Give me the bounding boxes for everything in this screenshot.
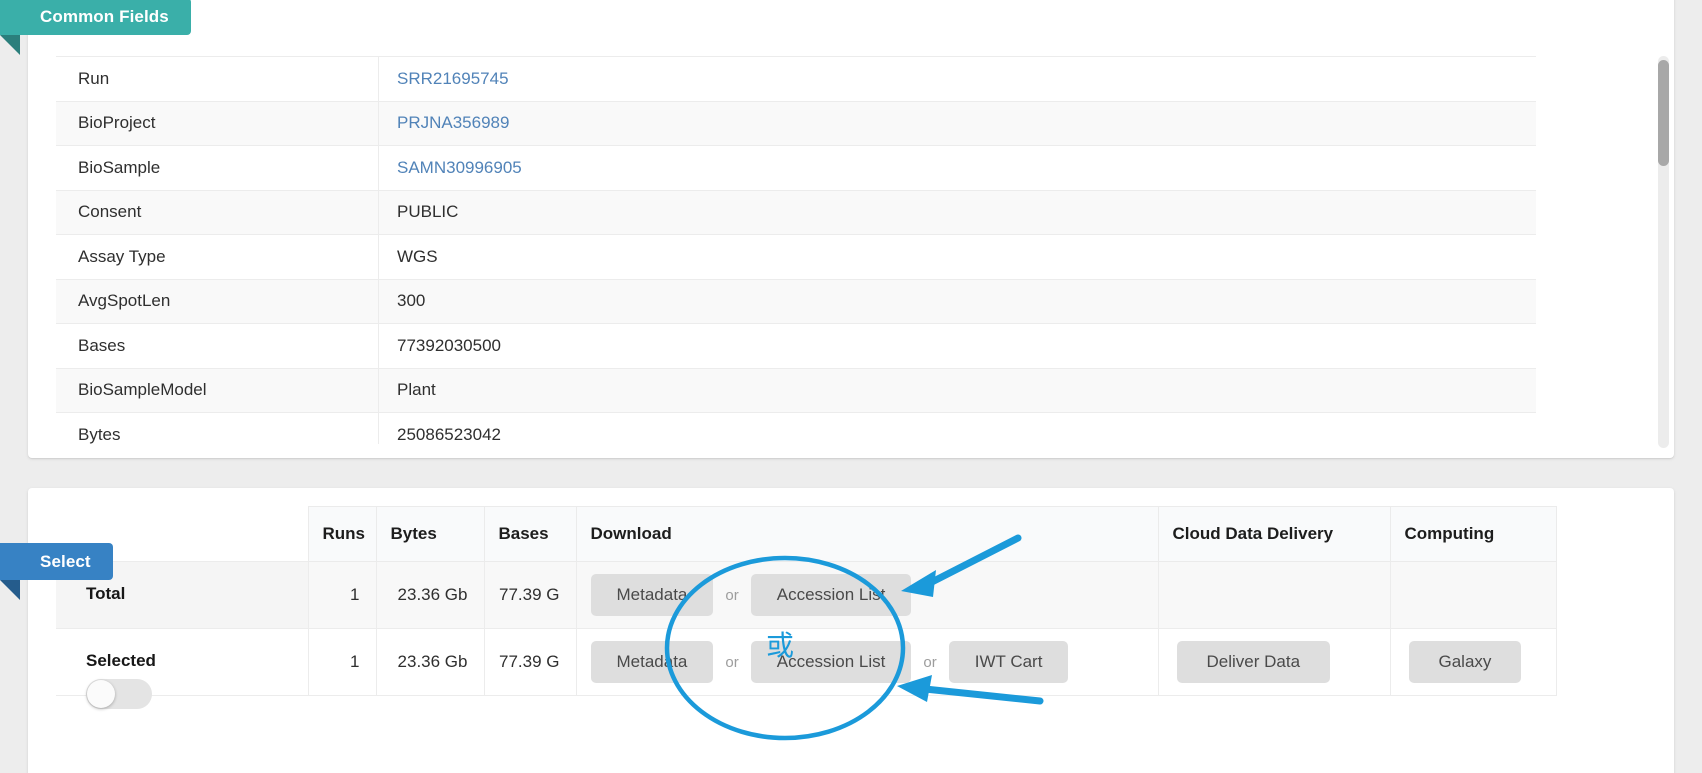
common-field-row: BioProject PRJNA356989 (56, 101, 1536, 146)
common-fields-panel: Run SRR21695745 BioProject PRJNA356989 BioSa… (28, 0, 1674, 458)
select-table-wrap: Runs Bytes Bases Download Cloud Data Del… (28, 506, 1674, 709)
common-field-value[interactable]: PRJNA356989 (378, 101, 1536, 146)
row-runs: 1 (307, 628, 377, 696)
or-separator: or (713, 641, 751, 683)
or-separator: or (713, 574, 751, 616)
common-fields-tab-fold (0, 35, 20, 55)
common-field-key: Assay Type (56, 234, 379, 280)
select-table-row: Selected 1 23.36 Gb 77.39 G Metadata or Access… (56, 628, 1557, 709)
common-fields-table: Run SRR21695745 BioProject PRJNA356989 BioSa… (56, 56, 1536, 444)
deliver-data-button[interactable]: Deliver Data (1176, 641, 1331, 683)
galaxy-button[interactable]: Galaxy (1408, 641, 1522, 683)
download-iwt-cart-button[interactable]: IWT Cart (948, 641, 1069, 683)
header-runs: Runs (307, 506, 377, 562)
common-field-row: Consent PUBLIC (56, 190, 1536, 235)
common-field-value[interactable]: SRR21695745 (378, 56, 1536, 102)
select-table-row: Total 1 23.36 Gb 77.39 G Metadata or Accession… (56, 561, 1557, 629)
select-table-header-row: Runs Bytes Bases Download Cloud Data Del… (56, 506, 1557, 562)
download-metadata-button[interactable]: Metadata (590, 641, 714, 683)
computing-cell (1389, 561, 1557, 629)
row-bases: 77.39 G (483, 561, 577, 629)
common-field-row: BioSampleModel Plant (56, 368, 1536, 413)
common-fields-scrollbar-thumb[interactable] (1658, 60, 1669, 166)
download-cell: Metadata or Accession List (575, 561, 1159, 629)
select-tab-fold (0, 580, 20, 600)
header-bytes: Bytes (375, 506, 485, 562)
row-runs: 1 (307, 561, 377, 629)
common-field-row: Bases 77392030500 (56, 323, 1536, 369)
common-field-row: Run SRR21695745 (56, 56, 1536, 102)
common-fields-scrollbar[interactable] (1658, 56, 1669, 448)
common-field-key: BioSample (56, 145, 379, 191)
common-field-row: Bytes 25086523042 (56, 412, 1536, 444)
cloud-delivery-cell (1157, 561, 1391, 629)
toggle-knob (87, 680, 115, 708)
row-bytes: 23.36 Gb (375, 628, 485, 696)
common-field-link[interactable]: SAMN30996905 (397, 158, 522, 177)
common-fields-scroll-area[interactable]: Run SRR21695745 BioProject PRJNA356989 BioSa… (56, 56, 1646, 444)
select-panel: Runs Bytes Bases Download Cloud Data Del… (28, 488, 1674, 773)
common-field-value: PUBLIC (378, 190, 1536, 235)
common-field-value: 300 (378, 279, 1536, 324)
row-bytes: 23.36 Gb (375, 561, 485, 629)
header-download: Download (575, 506, 1159, 562)
common-field-row: Assay Type WGS (56, 234, 1536, 280)
row-label: Selected (86, 651, 156, 670)
download-button-group: Metadata or Accession List (590, 574, 1158, 616)
common-field-key: Consent (56, 190, 379, 235)
row-bases: 77.39 G (483, 628, 577, 696)
common-field-value: WGS (378, 234, 1536, 280)
download-accession-list-button[interactable]: Accession List (750, 641, 912, 683)
download-cell: Metadata or Accession List or IWT Cart (575, 628, 1159, 696)
cloud-delivery-cell: Deliver Data (1157, 628, 1391, 696)
common-field-value: 25086523042 (378, 412, 1536, 444)
common-field-key: BioSampleModel (56, 368, 379, 413)
common-field-value: Plant (378, 368, 1536, 413)
common-field-link[interactable]: PRJNA356989 (397, 113, 509, 132)
or-separator: or (911, 641, 949, 683)
common-field-value[interactable]: SAMN30996905 (378, 145, 1536, 191)
common-field-key: Run (56, 56, 379, 102)
tab-select[interactable]: Select (0, 543, 113, 580)
common-field-key: Bytes (56, 412, 379, 444)
select-summary-table: Runs Bytes Bases Download Cloud Data Del… (56, 506, 1557, 709)
computing-cell: Galaxy (1389, 628, 1557, 696)
download-accession-list-button[interactable]: Accession List (750, 574, 912, 616)
download-button-group: Metadata or Accession List or IWT Cart (590, 641, 1158, 683)
common-field-key: AvgSpotLen (56, 279, 379, 324)
download-metadata-button[interactable]: Metadata (590, 574, 714, 616)
header-computing: Computing (1389, 506, 1557, 562)
row-label: Total (86, 584, 126, 603)
common-field-key: Bases (56, 323, 379, 369)
sra-run-browser-page: Run SRR21695745 BioProject PRJNA356989 BioSa… (0, 0, 1702, 773)
common-field-key: BioProject (56, 101, 379, 146)
common-field-link[interactable]: SRR21695745 (397, 69, 509, 88)
row-label-cell: Selected (56, 628, 309, 709)
selected-rows-toggle[interactable] (86, 679, 152, 709)
header-cloud: Cloud Data Delivery (1157, 506, 1391, 562)
common-field-row: AvgSpotLen 300 (56, 279, 1536, 324)
common-field-row: BioSample SAMN30996905 (56, 145, 1536, 191)
header-bases: Bases (483, 506, 577, 562)
tab-common-fields[interactable]: Common Fields (0, 0, 191, 35)
common-field-value: 77392030500 (378, 323, 1536, 369)
